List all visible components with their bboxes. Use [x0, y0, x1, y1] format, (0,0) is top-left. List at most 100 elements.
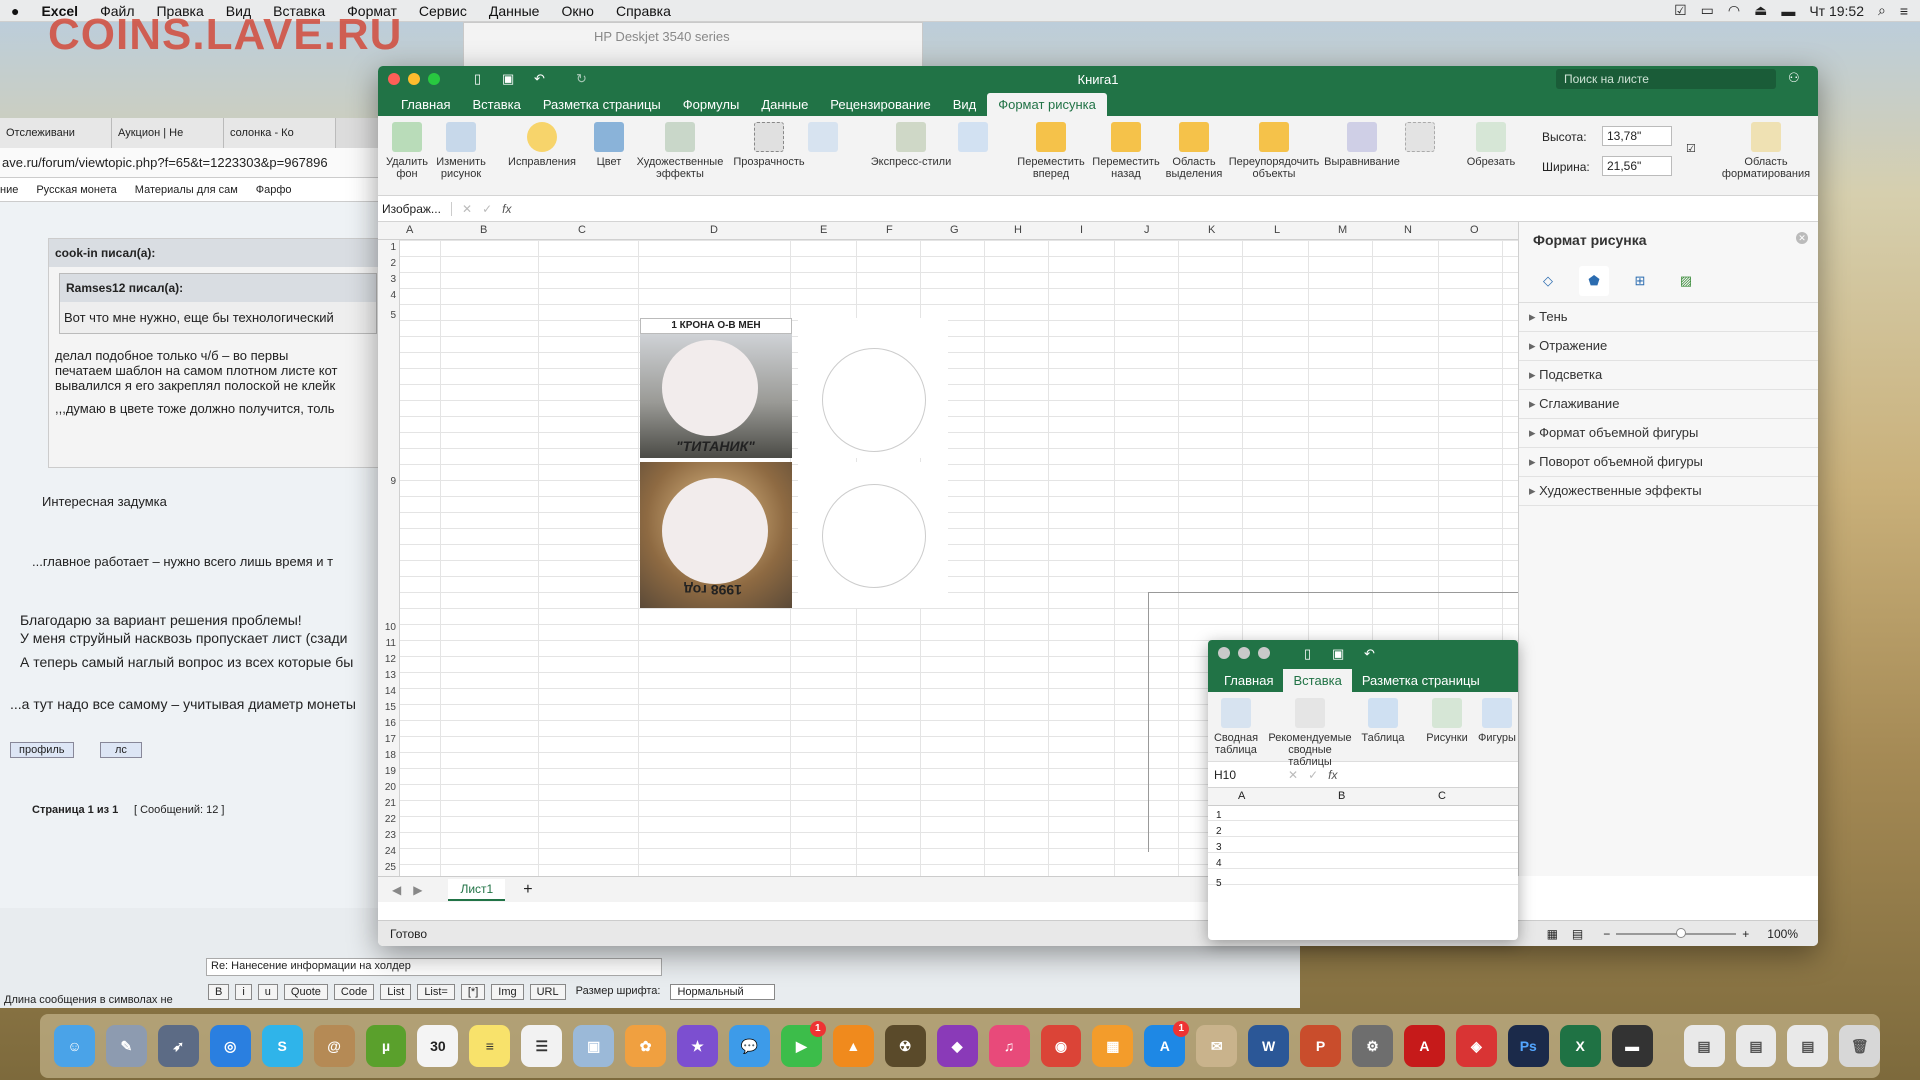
align-button[interactable]: Выравнивание	[1322, 122, 1402, 168]
sheet-tab[interactable]: Лист1	[448, 878, 506, 901]
font-size-select[interactable]: Нормальный	[670, 984, 775, 1000]
ibooks-icon[interactable]: ▦	[1092, 1025, 1134, 1067]
acrobat-icon[interactable]: A	[1403, 1025, 1445, 1067]
system-preferences-icon[interactable]: ⚙	[1352, 1025, 1393, 1067]
send-backward-button[interactable]: Переместить назад	[1090, 122, 1162, 180]
printer-icon[interactable]: ▬	[1611, 1025, 1653, 1067]
tab-home[interactable]: Главная	[1214, 669, 1283, 692]
photos-icon[interactable]: ✿	[625, 1025, 667, 1067]
browser-tab[interactable]: Аукцион | Не	[112, 118, 224, 148]
document-icon[interactable]: ▤	[1787, 1025, 1829, 1067]
tab-data[interactable]: Данные	[750, 93, 819, 116]
sidebar-toggle-icon[interactable]: ▯	[1304, 646, 1311, 662]
tab-insert[interactable]: Вставка	[461, 93, 531, 116]
img-button[interactable]: Img	[491, 984, 524, 1000]
picture-icon[interactable]: ▨	[1671, 266, 1701, 296]
contacts-icon[interactable]: @	[313, 1025, 355, 1067]
tab-home[interactable]: Главная	[390, 93, 461, 116]
skype-icon[interactable]: S	[261, 1025, 303, 1067]
profile-button[interactable]: профиль	[10, 742, 74, 758]
excel-icon[interactable]: X	[1559, 1025, 1601, 1067]
document-icon[interactable]: ▤	[1683, 1025, 1725, 1067]
quick-styles-button[interactable]: Экспресс-стили	[866, 122, 956, 168]
menu-tools[interactable]: Сервис	[408, 3, 478, 19]
minimize-window-button[interactable]	[1238, 647, 1250, 659]
image-capture-icon[interactable]: ▣	[573, 1025, 615, 1067]
bookmark[interactable]: Русская монета	[36, 178, 116, 201]
name-box[interactable]: Изображ...	[378, 201, 452, 216]
zoom-level[interactable]: 100%	[1767, 927, 1798, 941]
zoom-in-icon[interactable]: +	[1742, 927, 1749, 941]
artistic-effects-button[interactable]: Художественные эффекты	[632, 122, 728, 180]
section-glow[interactable]: Подсветка	[1519, 361, 1818, 390]
section-artistic-effects[interactable]: Художественные эффекты	[1519, 477, 1818, 506]
selection-pane-button[interactable]: Область выделения	[1164, 122, 1224, 180]
section-shadow[interactable]: Тень	[1519, 303, 1818, 332]
finder-icon[interactable]: ☺	[54, 1025, 95, 1067]
cancel-icon[interactable]: ✕	[1288, 768, 1298, 782]
tab-view[interactable]: Вид	[942, 93, 988, 116]
table-button[interactable]: Таблица	[1358, 698, 1408, 744]
section-3d-format[interactable]: Формат объемной фигуры	[1519, 419, 1818, 448]
shapes-button[interactable]: Фигуры	[1474, 698, 1518, 744]
zoom-window-button[interactable]	[1258, 647, 1270, 659]
coin-outline-picture[interactable]	[798, 318, 948, 458]
recommended-pivot-button[interactable]: Рекомендуемые сводные таблицы	[1266, 698, 1354, 768]
preview-icon[interactable]: ✎	[105, 1025, 147, 1067]
height-input[interactable]: 13,78"	[1602, 126, 1672, 146]
coin-picture[interactable]: 1998 год	[640, 462, 792, 608]
cancel-icon[interactable]: ✕	[462, 202, 472, 216]
apple-icon[interactable]: ●	[0, 3, 30, 19]
app-icon[interactable]: ☢	[884, 1025, 926, 1067]
facetime-icon[interactable]: ▶ 1	[780, 1021, 826, 1067]
search-icon[interactable]: ⌕	[1878, 2, 1886, 19]
bookmark[interactable]: Материалы для сам	[135, 178, 238, 201]
code-button[interactable]: Code	[333, 984, 375, 1000]
powerpoint-icon[interactable]: P	[1300, 1025, 1342, 1067]
address-bar[interactable]: ave.ru/forum/viewtopic.php?f=65&t=122330…	[0, 148, 380, 178]
picture-border-button[interactable]	[958, 122, 988, 156]
fill-line-icon[interactable]: ◇	[1533, 266, 1563, 296]
add-sheet-icon[interactable]: +	[523, 881, 532, 899]
tab-insert[interactable]: Вставка	[1283, 669, 1352, 692]
utorrent-icon[interactable]: µ	[365, 1025, 407, 1067]
color-button[interactable]: Цвет	[584, 122, 634, 168]
transparency-button[interactable]: Прозрачность	[728, 122, 810, 168]
list-button[interactable]: List	[380, 984, 412, 1000]
calendar-icon[interactable]: 30	[417, 1025, 459, 1067]
crop-button[interactable]: Обрезать	[1464, 122, 1518, 168]
search-input[interactable]: Поиск на листе	[1556, 69, 1776, 89]
close-pane-icon[interactable]: ✕	[1796, 232, 1808, 244]
itunes-icon[interactable]: ♫	[988, 1025, 1030, 1067]
section-reflection[interactable]: Отражение	[1519, 332, 1818, 361]
remove-background-button[interactable]: Удалить фон	[382, 122, 432, 180]
word-icon[interactable]: W	[1248, 1025, 1290, 1067]
tab-formulas[interactable]: Формулы	[672, 93, 751, 116]
eject-icon[interactable]: ⏏	[1754, 2, 1767, 19]
tab-review[interactable]: Рецензирование	[819, 93, 941, 116]
launchpad-icon[interactable]: ➶	[157, 1025, 199, 1067]
size-properties-icon[interactable]: ⊞	[1625, 266, 1655, 296]
save-icon[interactable]: ▣	[1332, 646, 1344, 662]
undo-icon[interactable]: ↶	[1364, 646, 1375, 662]
browser-tab[interactable]: солонка - Ко	[224, 118, 336, 148]
notes-icon[interactable]: ≡	[469, 1025, 511, 1067]
menu-help[interactable]: Справка	[605, 3, 682, 19]
app-icon[interactable]: ◆	[936, 1025, 978, 1067]
checkmark-icon[interactable]: ☑	[1674, 2, 1687, 19]
browser-tab[interactable]: Отслеживани	[0, 118, 112, 148]
titanic-picture[interactable]: "ТИТАНИК"	[640, 334, 792, 458]
bring-forward-button[interactable]: Переместить вперед	[1014, 122, 1088, 180]
reminders-icon[interactable]: ☰	[521, 1025, 563, 1067]
next-sheet-icon[interactable]: ▶	[413, 883, 422, 897]
group-button[interactable]	[1402, 122, 1438, 156]
app-icon[interactable]: ◈	[1455, 1025, 1497, 1067]
page-layout-icon[interactable]: ▤	[1572, 927, 1583, 941]
menu-window[interactable]: Окно	[550, 3, 605, 19]
subject-input[interactable]: Re: Нанесение информации на холдер	[206, 958, 662, 976]
messages-icon[interactable]: 💬	[728, 1025, 770, 1067]
fx-label[interactable]: fx	[502, 202, 511, 216]
coin-outline-picture[interactable]	[798, 462, 948, 608]
close-window-button[interactable]	[1218, 647, 1230, 659]
section-3d-rotation[interactable]: Поворот объемной фигуры	[1519, 448, 1818, 477]
